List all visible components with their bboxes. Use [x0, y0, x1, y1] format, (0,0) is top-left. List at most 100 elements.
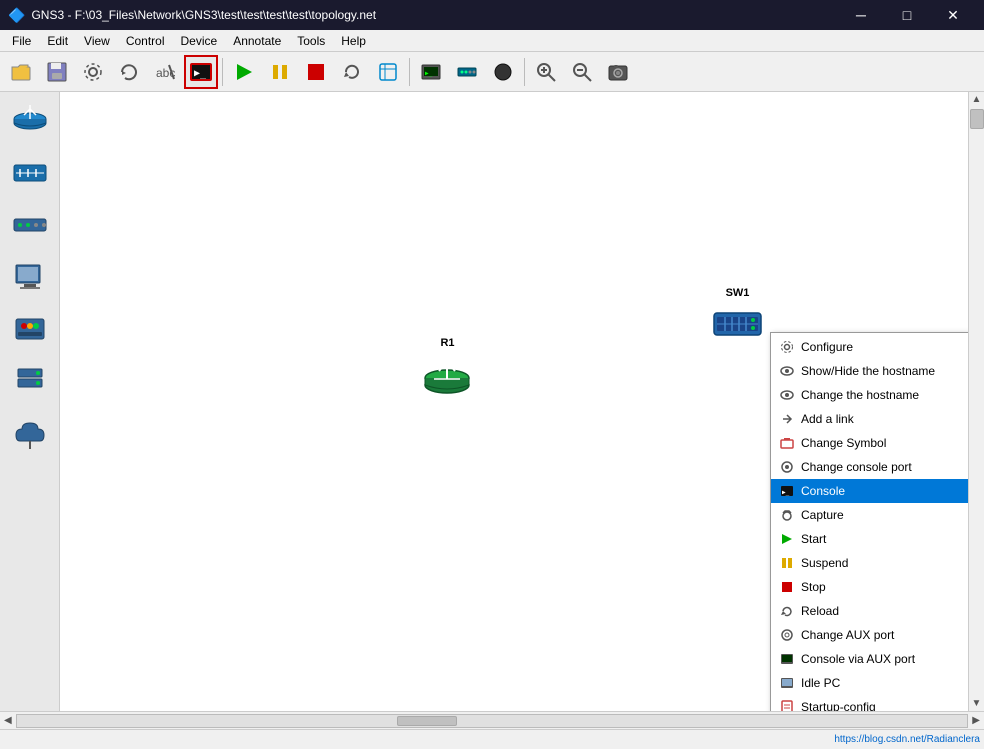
virtualbox-button[interactable] [371, 55, 405, 89]
svg-text:▶_: ▶_ [425, 70, 433, 77]
minimize-button[interactable]: ─ [838, 0, 884, 30]
screenshot-button[interactable] [601, 55, 635, 89]
zoom-out-button[interactable] [565, 55, 599, 89]
scrollbar-right-arrow[interactable]: ▶ [968, 715, 984, 726]
ctx-change-aux-port-label: Change AUX port [801, 628, 894, 642]
idle-pc-icon [779, 675, 795, 691]
ctx-reload-label: Reload [801, 604, 839, 618]
menu-annotate[interactable]: Annotate [225, 32, 289, 50]
open-button[interactable] [4, 55, 38, 89]
title-bar: 🔷 GNS3 - F:\03_Files\Network\GNS3\test\t… [0, 0, 984, 30]
ctx-stop-label: Stop [801, 580, 826, 594]
zoom-in-button[interactable] [529, 55, 563, 89]
ctx-reload[interactable]: Reload [771, 599, 968, 623]
start-icon [779, 531, 795, 547]
menu-tools[interactable]: Tools [289, 32, 333, 50]
ctx-console-via-aux-label: Console via AUX port [801, 652, 915, 666]
ctx-suspend-label: Suspend [801, 556, 848, 570]
suspend-all-button[interactable] [263, 55, 297, 89]
node-sw1-icon [710, 303, 765, 348]
ctx-start[interactable]: Start [771, 527, 968, 551]
sidebar-item-switch[interactable] [5, 148, 55, 198]
sep3 [524, 58, 525, 86]
menu-device[interactable]: Device [173, 32, 226, 50]
ethernet-button[interactable] [450, 55, 484, 89]
sidebar-item-hub[interactable] [5, 200, 55, 250]
ctx-idle-pc-label: Idle PC [801, 676, 840, 690]
title-bar-text: GNS3 - F:\03_Files\Network\GNS3\test\tes… [31, 8, 376, 22]
gear-icon [779, 339, 795, 355]
ctx-stop[interactable]: Stop [771, 575, 968, 599]
ctx-capture[interactable]: Capture [771, 503, 968, 527]
scrollbar-down-arrow[interactable]: ▼ [969, 696, 984, 711]
terminal-button[interactable]: ▶_ [184, 55, 218, 89]
ctx-startup-config[interactable]: Startup-config [771, 695, 968, 711]
ctx-change-console-port[interactable]: Change console port [771, 455, 968, 479]
node-r1-label: R1 [440, 337, 454, 349]
sep1 [222, 58, 223, 86]
ctx-console[interactable]: ▶_ Console [771, 479, 968, 503]
sep2 [409, 58, 410, 86]
ctx-configure[interactable]: Configure [771, 335, 968, 359]
url-text: https://blog.csdn.net/Radianclera [834, 734, 980, 745]
scrollbar-h-thumb[interactable] [397, 716, 457, 726]
scrollbar-v-track[interactable] [969, 131, 984, 696]
menu-view[interactable]: View [76, 32, 118, 50]
startup-config-icon [779, 699, 795, 711]
edit-hostname-icon [779, 387, 795, 403]
ctx-add-link-label: Add a link [801, 412, 854, 426]
menu-file[interactable]: File [4, 32, 39, 50]
scrollbar-h-track[interactable] [16, 714, 969, 728]
console-icon: ▶_ [779, 483, 795, 499]
ctx-change-symbol-label: Change Symbol [801, 436, 886, 450]
start-all-button[interactable] [227, 55, 261, 89]
vertical-scrollbar[interactable]: ▲ ▼ [968, 92, 984, 711]
sidebar-item-router[interactable] [5, 96, 55, 146]
ctx-suspend[interactable]: Suspend [771, 551, 968, 575]
sidebar-item-cloud[interactable] [5, 408, 55, 458]
scrollbar-v-thumb[interactable] [970, 109, 984, 129]
ctx-configure-label: Configure [801, 340, 853, 354]
sidebar-item-firewall[interactable] [5, 304, 55, 354]
node-sw1-label: SW1 [726, 287, 750, 299]
serial-button[interactable] [486, 55, 520, 89]
filter-button[interactable]: abc [148, 55, 182, 89]
svg-text:▶_: ▶_ [194, 68, 207, 79]
menu-edit[interactable]: Edit [39, 32, 76, 50]
ctx-change-aux-port[interactable]: Change AUX port [771, 623, 968, 647]
node-sw1[interactable]: SW1 [710, 287, 765, 348]
ctx-idle-pc[interactable]: Idle PC [771, 671, 968, 695]
sidebar-item-server[interactable] [5, 356, 55, 406]
ctx-console-via-aux[interactable]: Console via AUX port [771, 647, 968, 671]
console-all-button[interactable]: ▶_ [414, 55, 448, 89]
ctx-change-hostname[interactable]: Change the hostname [771, 383, 968, 407]
ctx-console-label: Console [801, 484, 845, 498]
scrollbar-left-arrow[interactable]: ◀ [0, 715, 16, 726]
sidebar-item-pc[interactable] [5, 252, 55, 302]
node-r1[interactable]: R1 [420, 337, 475, 398]
close-button[interactable]: ✕ [930, 0, 976, 30]
ctx-change-symbol[interactable]: Change Symbol [771, 431, 968, 455]
capture-icon [779, 507, 795, 523]
canvas[interactable]: R1 SW1 [60, 92, 968, 711]
stop-icon [779, 579, 795, 595]
maximize-button[interactable]: □ [884, 0, 930, 30]
stop-all-button[interactable] [299, 55, 333, 89]
ctx-capture-label: Capture [801, 508, 844, 522]
suspend-icon [779, 555, 795, 571]
eye-icon [779, 363, 795, 379]
preferences-button[interactable] [76, 55, 110, 89]
refresh-button[interactable] [112, 55, 146, 89]
menu-control[interactable]: Control [118, 32, 173, 50]
reload-icon [779, 603, 795, 619]
scrollbar-up-arrow[interactable]: ▲ [969, 92, 984, 107]
save-button[interactable] [40, 55, 74, 89]
horizontal-scrollbar[interactable]: ◀ ▶ [0, 711, 984, 729]
menu-help[interactable]: Help [333, 32, 374, 50]
ctx-add-link[interactable]: Add a link [771, 407, 968, 431]
console-port-icon [779, 459, 795, 475]
reload-all-button[interactable] [335, 55, 369, 89]
ctx-showhide-hostname[interactable]: Show/Hide the hostname [771, 359, 968, 383]
window-controls: ─ □ ✕ [838, 0, 976, 30]
status-bar: https://blog.csdn.net/Radianclera [0, 729, 984, 749]
